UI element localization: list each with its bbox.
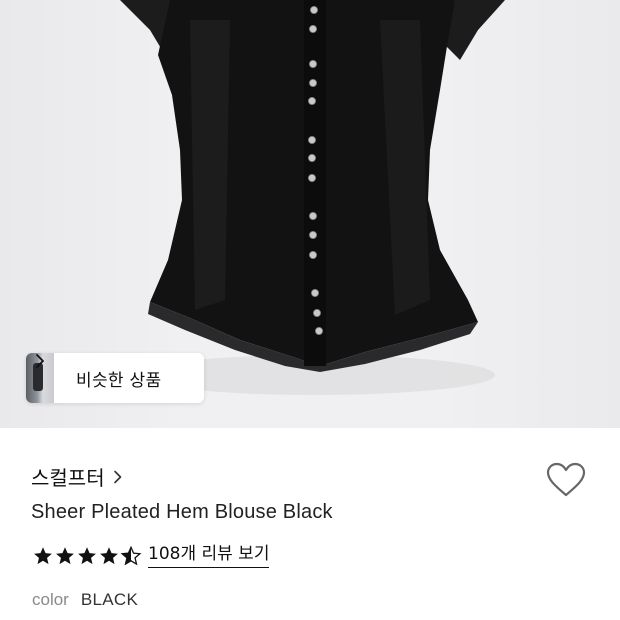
star-full-icon [34,546,52,564]
product-title: Sheer Pleated Hem Blouse Black [31,501,333,523]
chevron-right-icon [36,354,44,368]
star-full-icon [56,546,74,564]
similar-products-label: 비슷한 상품 [76,370,162,391]
star-half-icon [120,545,142,565]
review-link[interactable]: 108개 리뷰 보기 [148,543,270,568]
color-option: color BLACK [32,590,138,610]
star-rating [32,545,142,567]
heart-icon[interactable] [546,462,586,498]
product-image[interactable]: 비슷한 상품 [0,0,620,428]
color-label: color [32,590,69,609]
similar-products-button[interactable]: 비슷한 상품 [26,353,204,403]
brand-link[interactable]: 스컬프터 [31,462,123,491]
brand-name: 스컬프터 [31,466,105,490]
chevron-right-icon [113,470,121,483]
color-value: BLACK [80,590,139,609]
star-full-icon [100,546,118,564]
rating-row: 108개 리뷰 보기 [32,543,270,568]
star-full-icon [78,546,96,564]
